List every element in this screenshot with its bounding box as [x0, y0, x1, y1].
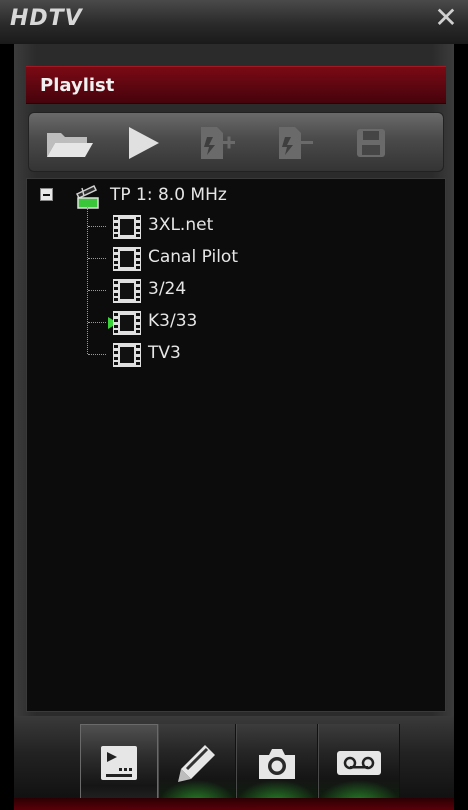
play-button[interactable] [123, 123, 163, 163]
play-icon [129, 127, 159, 159]
tab-snapshot[interactable] [236, 724, 318, 802]
open-folder-button[interactable] [43, 123, 97, 163]
channel-item[interactable]: K3/33 [104, 308, 404, 336]
playlist-title: Playlist [40, 75, 115, 96]
playlist-icon [101, 746, 137, 780]
bottom-accent-bar [14, 798, 454, 810]
title-bar: HDTV ✕ [0, 0, 468, 44]
channel-label: TV3 [148, 343, 181, 363]
add-channel-button[interactable] [195, 123, 239, 163]
tab-edit[interactable] [158, 724, 236, 802]
film-icon [113, 311, 141, 335]
film-icon [113, 247, 141, 271]
film-icon [113, 215, 141, 239]
edit-icon [178, 745, 215, 782]
save-icon [357, 129, 385, 157]
playlist-toolbar [28, 112, 444, 172]
save-button[interactable] [351, 123, 391, 163]
tab-playlist[interactable] [80, 724, 158, 802]
film-icon [113, 343, 141, 367]
app-title: HDTV [10, 6, 83, 31]
record-tape-icon [337, 751, 381, 775]
channel-item[interactable]: Canal Pilot [104, 244, 404, 272]
tab-record[interactable] [318, 724, 400, 802]
film-icon [113, 279, 141, 303]
camera-icon [259, 749, 295, 779]
tree-connector [87, 206, 88, 354]
remove-channel-icon [279, 127, 313, 159]
tree-root-label[interactable]: TP 1: 8.0 MHz [110, 181, 227, 209]
channel-item[interactable]: 3/24 [104, 276, 404, 304]
channel-item[interactable]: 3XL.net [104, 212, 404, 240]
open-folder-icon [47, 133, 93, 157]
channel-label: 3/24 [148, 279, 187, 299]
remove-channel-button[interactable] [273, 123, 317, 163]
channel-item[interactable]: TV3 [104, 340, 404, 368]
playlist-header: Playlist [26, 66, 446, 104]
channel-label: K3/33 [148, 311, 198, 331]
tree-collapse-toggle[interactable] [40, 188, 53, 201]
close-button[interactable]: ✕ [432, 4, 460, 32]
channel-label: Canal Pilot [148, 247, 238, 267]
add-channel-icon [201, 127, 235, 159]
channel-label: 3XL.net [148, 215, 214, 235]
